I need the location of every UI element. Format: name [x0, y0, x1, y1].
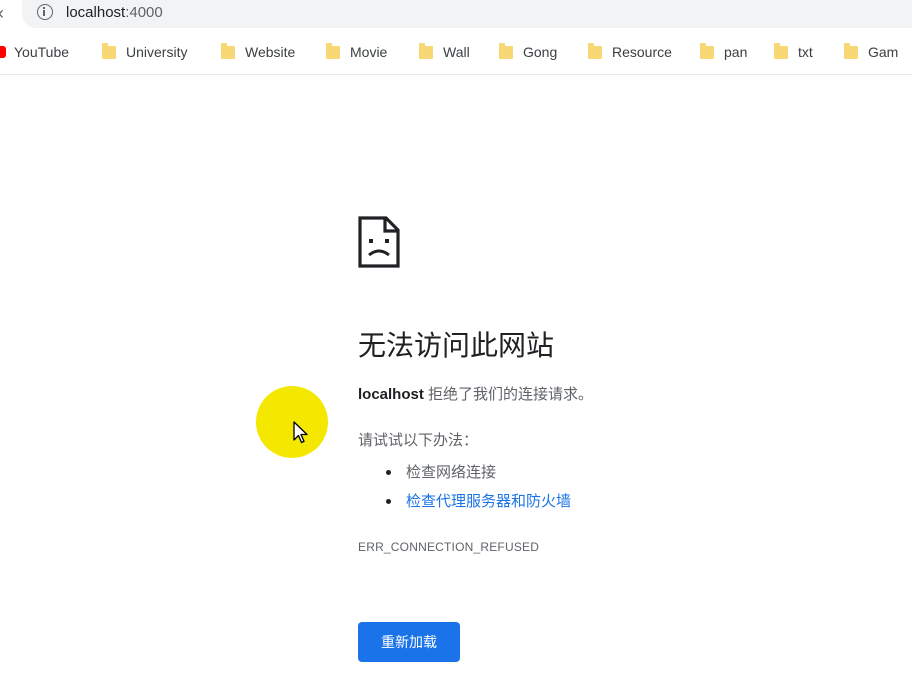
address-bar[interactable]: localhost:4000 [22, 0, 912, 28]
folder-icon [588, 43, 602, 59]
youtube-icon [0, 46, 6, 58]
folder-icon [700, 43, 714, 59]
bookmark-label: txt [798, 44, 813, 60]
suggestion-check-network: 检查网络连接 [385, 458, 571, 487]
folder-icon [774, 43, 788, 59]
bookmark-txt[interactable]: txt [774, 42, 813, 62]
bookmark-label: Movie [350, 44, 388, 60]
info-icon[interactable] [37, 4, 53, 20]
mouse-pointer-icon [293, 421, 308, 444]
url-text[interactable]: localhost:4000 [66, 3, 163, 23]
suggestions-list: 检查网络连接 检查代理服务器和防火墙 [358, 458, 571, 516]
folder-icon [499, 43, 513, 59]
folder-icon [221, 43, 235, 59]
try-label: 请试试以下办法： [358, 432, 479, 449]
cursor-highlight [256, 386, 328, 458]
bookmark-label: University [126, 44, 188, 60]
bookmark-label: Wall [443, 44, 470, 60]
bookmark-university[interactable]: University [102, 42, 187, 62]
bookmarks-bar: YouTube University Website Movie Wall Go… [0, 38, 912, 66]
folder-icon [326, 43, 340, 59]
folder-icon [844, 43, 858, 59]
bookmark-label: Website [245, 44, 296, 60]
bookmark-label: Resource [612, 44, 672, 60]
back-arrow-icon[interactable]: ‹ [0, 2, 10, 24]
summary-text: 拒绝了我们的连接请求。 [423, 386, 594, 403]
sad-page-icon [358, 216, 400, 268]
bookmark-website[interactable]: Website [221, 42, 295, 62]
folder-icon [102, 43, 116, 59]
bookmark-gong[interactable]: Gong [499, 42, 557, 62]
bookmark-movie[interactable]: Movie [326, 42, 387, 62]
summary-host: localhost [358, 386, 424, 403]
bookmark-label: YouTube [14, 44, 70, 60]
error-code: ERR_CONNECTION_REFUSED [358, 540, 540, 554]
bookmark-youtube[interactable]: YouTube [0, 42, 69, 62]
error-headline: 无法访问此网站 [358, 330, 555, 361]
bookmark-gam[interactable]: Gam [844, 42, 898, 62]
error-summary: localhost 拒绝了我们的连接请求。 [358, 384, 593, 406]
reload-button[interactable]: 重新加载 [358, 622, 460, 662]
bookmark-label: pan [724, 44, 748, 60]
bookmark-wall[interactable]: Wall [419, 42, 470, 62]
bookmark-pan[interactable]: pan [700, 42, 747, 62]
suggestion-check-proxy-link[interactable]: 检查代理服务器和防火墙 [385, 487, 571, 516]
url-host: localhost [66, 4, 126, 21]
bookmark-resource[interactable]: Resource [588, 42, 672, 62]
url-port: :4000 [125, 4, 163, 21]
browser-toolbar: ‹ localhost:4000 YouTube University Webs… [0, 0, 912, 75]
folder-icon [419, 43, 433, 59]
bookmark-label: Gam [868, 44, 899, 60]
bookmark-label: Gong [523, 44, 558, 60]
